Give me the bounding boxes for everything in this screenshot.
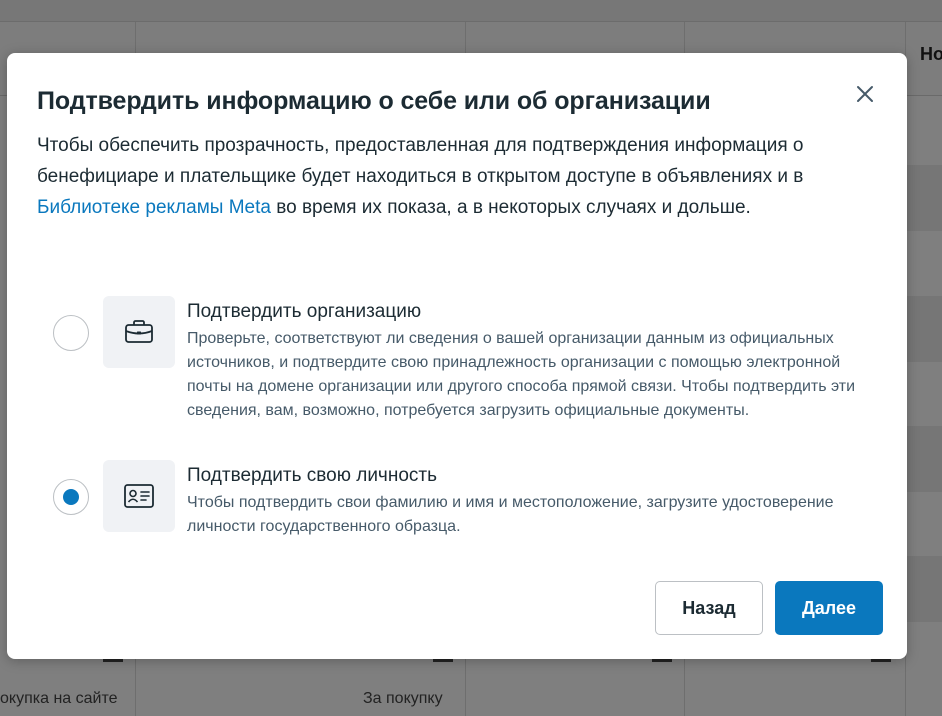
description-text: Чтобы обеспечить прозрачность, предостав… [37,135,804,187]
background-row-band [905,556,942,622]
dialog-title: Подтвердить информацию о себе или об орг… [37,87,711,115]
background-cell-label: окупка на сайте [0,690,118,707]
option-icon-tile [103,296,175,368]
background-dash [652,659,672,662]
close-icon [857,86,873,102]
option-title: Подтвердить организацию [187,301,422,322]
option-title: Подтвердить свою личность [187,465,437,486]
next-button[interactable]: Далее [775,581,883,635]
option-description: Проверьте, соответствуют ли сведения о в… [187,330,856,419]
briefcase-icon [125,320,153,343]
background-row-band [905,426,942,492]
option-verify-organization[interactable]: Подтвердить организацию Проверьте, соотв… [53,296,855,446]
background-dash [433,659,453,662]
option-description: Чтобы подтвердить свои фамилию и имя и м… [187,494,834,535]
id-card-icon [124,484,154,508]
background-cell-label: За покупку [363,690,443,707]
background-dash [871,659,891,662]
back-button[interactable]: Назад [655,581,763,635]
description-text-end: во время их показа, а в некоторых случая… [270,197,751,218]
radio-verify-identity[interactable] [53,479,89,515]
background-dash [103,659,123,662]
background-column-header: Но [920,44,942,64]
option-icon-tile [103,460,175,532]
option-verify-identity[interactable]: Подтвердить свою личность Чтобы подтверд… [53,460,853,535]
ad-library-link[interactable]: Библиотеке рекламы Meta [37,197,271,218]
background-topbar [0,0,942,22]
background-row-band [905,296,942,362]
verification-dialog: Подтвердить информацию о себе или об орг… [7,53,907,659]
background-row-band [905,165,942,231]
radio-verify-organization[interactable] [53,315,89,351]
close-button[interactable] [852,81,878,107]
dialog-description: Чтобы обеспечить прозрачность, предостав… [37,130,817,223]
